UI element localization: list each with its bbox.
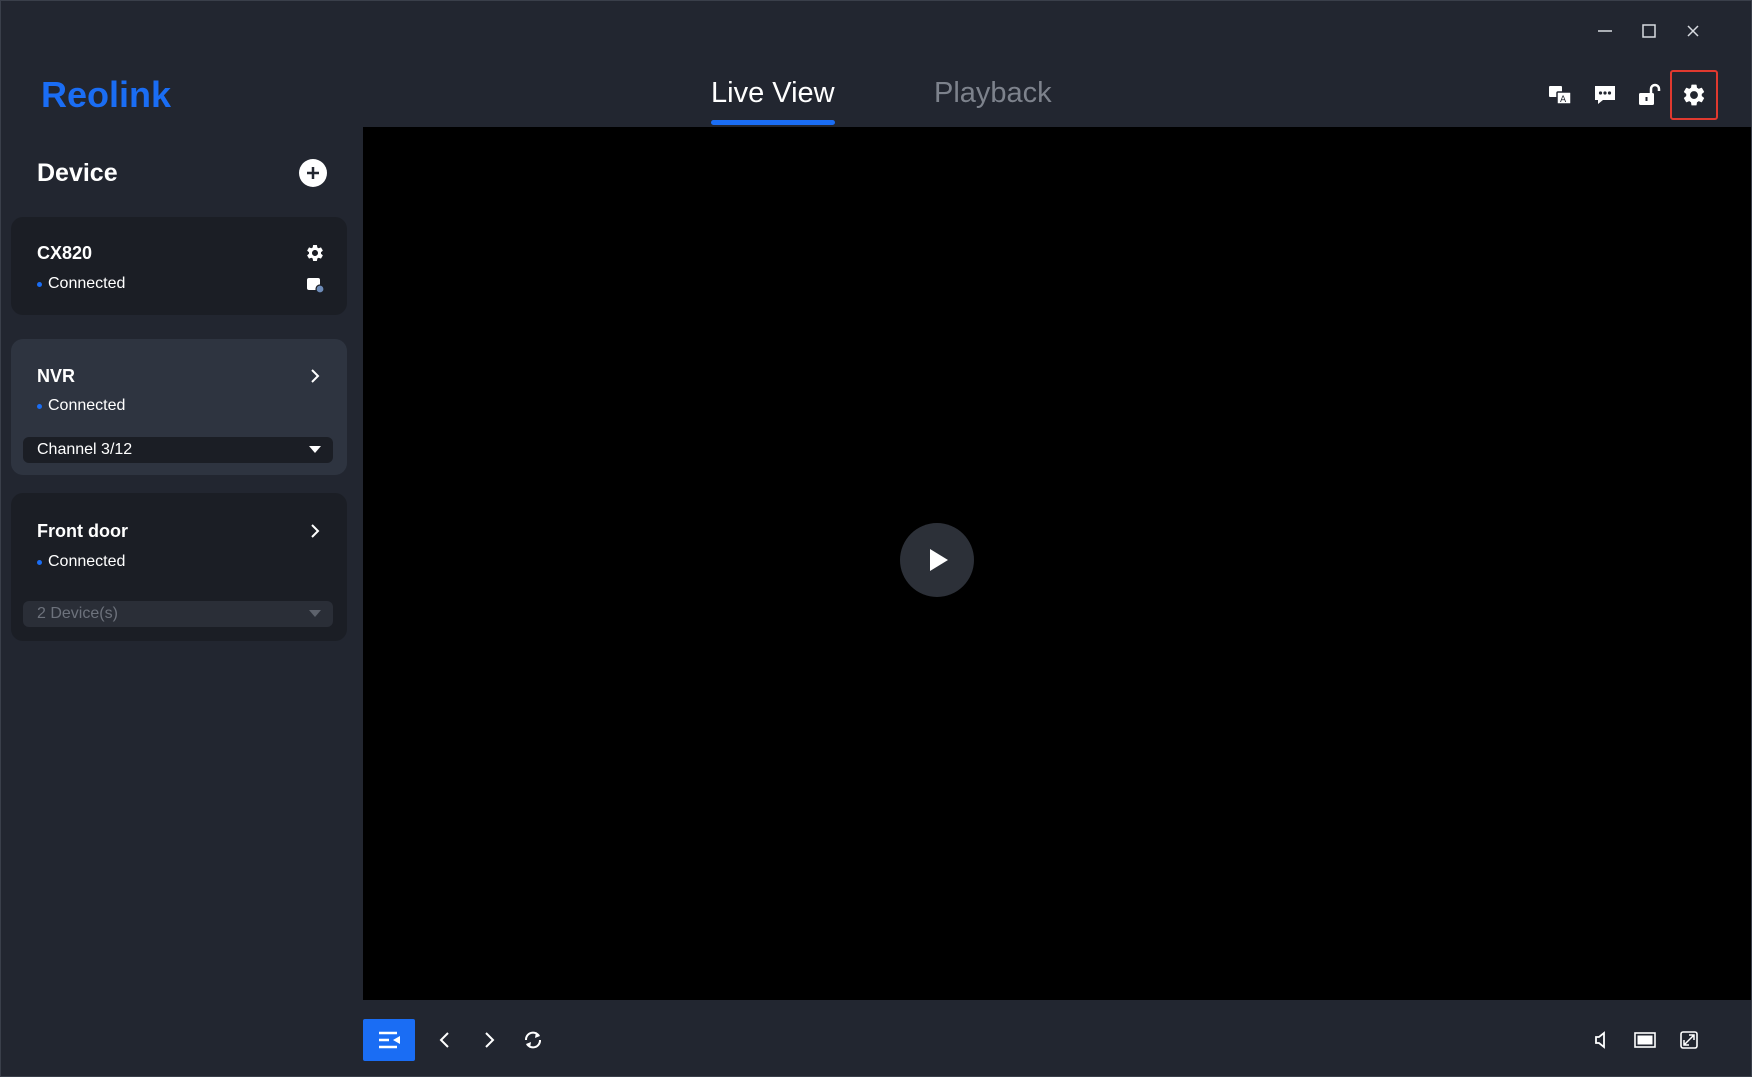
device-status: Connected <box>37 275 125 293</box>
refresh-button[interactable] <box>513 1019 553 1061</box>
gear-icon <box>307 245 323 261</box>
chevron-right-icon <box>485 1032 495 1048</box>
expand-device-button[interactable] <box>303 364 327 388</box>
devices-select[interactable]: 2 Device(s) <box>23 601 333 627</box>
minimize-icon <box>1598 30 1612 32</box>
play-button[interactable] <box>900 523 974 597</box>
logo-text: Reolink <box>41 74 172 115</box>
device-list-toggle-icon <box>379 1031 400 1049</box>
refresh-icon <box>525 1031 541 1049</box>
live-video-area[interactable] <box>363 127 1751 1000</box>
device-name: Front door <box>37 521 128 541</box>
app-window: Reolink Live View Playback A Device CX82… <box>0 0 1752 1077</box>
devices-select-value: 2 Device(s) <box>37 605 118 622</box>
single-view-icon <box>1634 1032 1656 1048</box>
settings-icon <box>1683 84 1705 106</box>
bottom-toolbar <box>363 1000 1751 1076</box>
next-page-button[interactable] <box>469 1019 509 1061</box>
feedback-button[interactable] <box>1581 70 1629 120</box>
close-icon <box>1687 25 1699 37</box>
channel-select-value: Channel 3/12 <box>37 441 133 458</box>
channel-select[interactable]: Channel 3/12 <box>23 437 333 463</box>
tab-live-view[interactable]: Live View <box>711 77 835 125</box>
chevron-left-icon <box>439 1032 449 1048</box>
unlock-icon <box>1639 83 1661 105</box>
close-button[interactable] <box>1673 13 1713 49</box>
status-dot <box>37 403 42 409</box>
tab-playback[interactable]: Playback <box>934 77 1052 125</box>
chevron-right-icon <box>311 369 320 383</box>
reolink-logo: Reolink <box>41 73 181 117</box>
storage-icon <box>307 278 325 294</box>
chevron-right-icon <box>311 524 320 538</box>
device-list-toggle-button[interactable] <box>363 1019 415 1061</box>
device-status-text: Connected <box>48 553 126 570</box>
status-dot <box>37 281 42 287</box>
plus-circle-icon <box>307 167 319 179</box>
device-storage-button[interactable] <box>303 273 327 297</box>
fullscreen-button[interactable] <box>1669 1019 1709 1061</box>
device-name: CX820 <box>37 243 93 263</box>
device-name: NVR <box>37 366 76 386</box>
device-card-cx820[interactable]: CX820 Connected <box>11 217 347 315</box>
device-settings-button[interactable] <box>303 241 327 265</box>
add-device-button[interactable] <box>299 159 327 187</box>
title-bar <box>1 1 1751 63</box>
maximize-button[interactable] <box>1629 13 1669 49</box>
volume-button[interactable] <box>1581 1019 1621 1061</box>
language-button[interactable]: A <box>1536 70 1584 120</box>
svg-text:A: A <box>1560 95 1567 105</box>
language-icon: A <box>1549 86 1572 105</box>
device-card-nvr[interactable]: NVR Connected Channel 3/12 <box>11 339 347 475</box>
settings-button[interactable] <box>1670 70 1718 120</box>
volume-icon <box>1595 1031 1605 1049</box>
caret-down-icon <box>309 610 321 617</box>
previous-page-button[interactable] <box>425 1019 465 1061</box>
sidebar-title: Device <box>37 159 118 187</box>
play-icon <box>930 549 948 571</box>
maximize-icon <box>1642 24 1656 38</box>
fullscreen-icon <box>1680 1031 1698 1049</box>
unlock-button[interactable] <box>1625 70 1673 120</box>
minimize-button[interactable] <box>1585 13 1625 49</box>
header: Reolink Live View Playback A <box>1 63 1751 127</box>
device-status: Connected <box>37 397 125 415</box>
single-view-button[interactable] <box>1625 1019 1665 1061</box>
caret-down-icon <box>309 446 321 453</box>
device-status-text: Connected <box>48 275 126 292</box>
device-status-text: Connected <box>48 397 126 414</box>
device-card-front-door[interactable]: Front door Connected 2 Device(s) <box>11 493 347 641</box>
device-sidebar: Device CX820 Connected NVR Connected Cha… <box>1 127 363 1076</box>
feedback-icon <box>1595 86 1615 104</box>
device-status: Connected <box>37 553 125 571</box>
expand-device-button[interactable] <box>303 519 327 543</box>
status-dot <box>37 559 42 565</box>
